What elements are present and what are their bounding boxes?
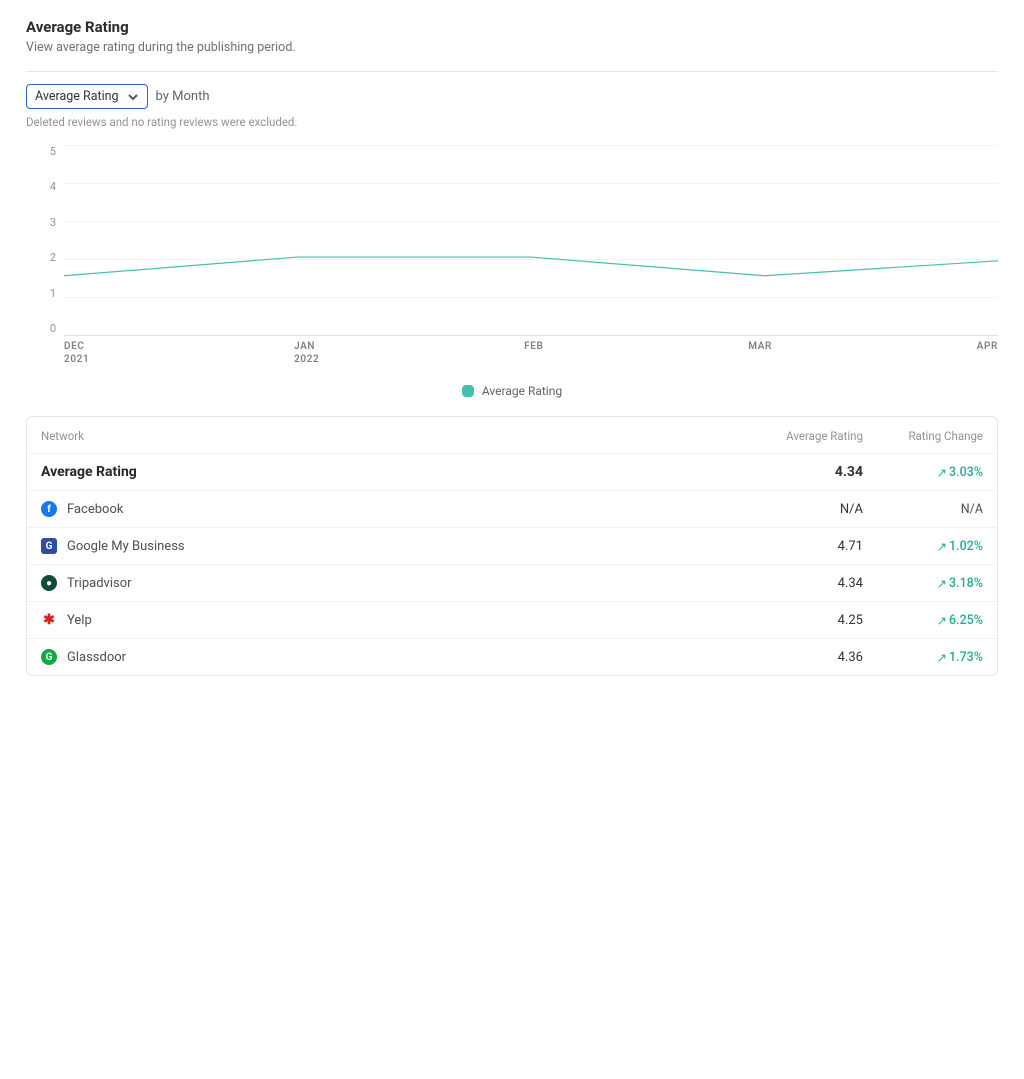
trend-up-icon: ↗ — [937, 613, 947, 629]
chart-note: Deleted reviews and no rating reviews we… — [26, 115, 998, 129]
facebook-icon: f — [41, 501, 57, 517]
trend-up-icon: ↗ — [937, 465, 947, 481]
trip-icon: ● — [41, 575, 57, 591]
y-axis: 5 4 3 2 1 0 — [26, 145, 56, 335]
page-subtitle: View average rating during the publishin… — [26, 40, 998, 55]
yelp-icon: ✱ — [41, 612, 57, 628]
page-title: Average Rating — [26, 18, 998, 36]
line-chart: 5 4 3 2 1 0 DEC 2021 JAN 2022 — [26, 145, 998, 366]
series-line — [64, 145, 998, 1079]
glass-icon: G — [41, 649, 57, 665]
chart-controls: Average Rating by Month — [26, 84, 998, 109]
y-tick: 2 — [50, 251, 56, 264]
metric-select[interactable]: Average Rating — [26, 84, 148, 109]
y-tick: 3 — [50, 216, 56, 229]
y-tick: 5 — [50, 145, 56, 158]
metric-select-label: Average Rating — [35, 89, 119, 104]
divider — [26, 71, 998, 72]
plot-area — [64, 145, 998, 335]
chevron-down-icon — [127, 91, 139, 103]
trend-up-icon: ↗ — [937, 539, 947, 555]
metric-suffix: by Month — [156, 89, 210, 104]
trend-up-icon: ↗ — [937, 576, 947, 592]
y-tick: 4 — [50, 180, 56, 193]
y-tick: 1 — [50, 287, 56, 300]
trend-up-icon: ↗ — [937, 650, 947, 666]
y-tick: 0 — [50, 322, 56, 335]
google-icon: G — [41, 538, 57, 554]
